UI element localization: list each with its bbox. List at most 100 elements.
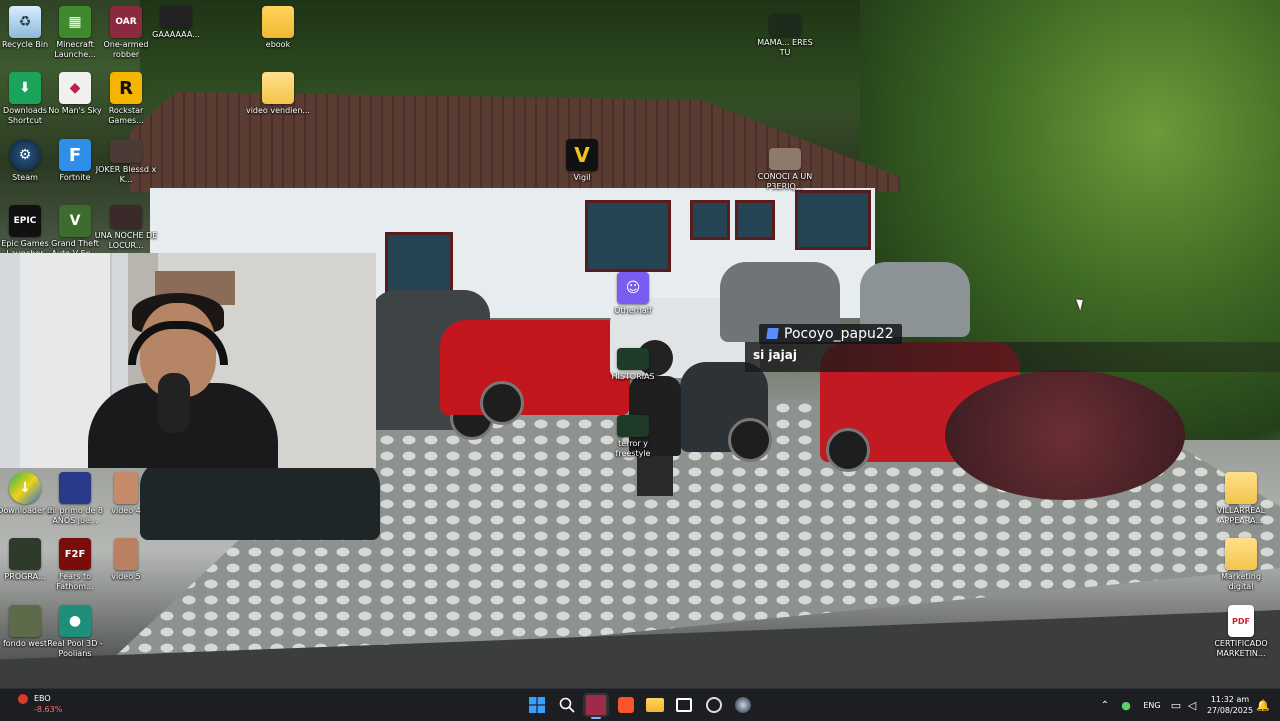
clock-date: 27/08/2025 [1206, 706, 1254, 715]
chat-username-badge: Pocoyo_papu22 [759, 324, 902, 344]
taskbar-app-steam[interactable] [730, 693, 756, 717]
chat-overlay: si jajaj Pocoyo_papu22 [745, 322, 1280, 374]
video-5-label: video 5 [111, 572, 141, 581]
image-thumbnail-glyph [9, 605, 41, 637]
taskbar-app-game[interactable] [701, 693, 727, 717]
desktop[interactable]: ♻ Recycle Bin ⬇ Downloads Shortcut ⚙ Ste… [0, 0, 1280, 688]
game-app-icon [706, 697, 722, 713]
marketing-digital-folder-icon[interactable]: Marketing digital [1208, 538, 1274, 592]
vigil-icon[interactable]: V Vigil [549, 139, 615, 183]
steam-glyph: ⚙ [9, 139, 41, 171]
microphone-tray-icon[interactable]: ● [1118, 689, 1134, 721]
video-4-label: video 4 [111, 506, 141, 515]
search-icon [559, 697, 575, 713]
one-armed-robber-label: One-armed robber [103, 40, 149, 59]
historias-icon[interactable]: HISTORIAS [600, 348, 666, 382]
webcam-overlay [0, 253, 376, 468]
certificado-label: CERTIFICADO MARKETIN... [1214, 639, 1268, 658]
rockstar-label: Rockstar Games... [108, 106, 144, 125]
otherhalf-glyph: ☺ [617, 272, 649, 304]
app-thumbnail-icon [586, 695, 606, 715]
video-thumbnail-glyph [160, 6, 192, 28]
folder-glyph [262, 6, 294, 38]
video-thumbnail-glyph [59, 472, 91, 504]
joker-icon[interactable]: JOKER Blessd x K... [93, 139, 159, 185]
stock-name: EBO [34, 694, 51, 703]
taskbar-app-store[interactable] [671, 693, 697, 717]
gta-v-glyph: V [59, 205, 91, 237]
video-thumbnail-glyph [110, 139, 142, 163]
gaaaaaa-label: GAAAAAA... [152, 30, 200, 39]
video-thumbnail-glyph [769, 14, 801, 36]
microphone-icon [158, 373, 190, 433]
folder-glyph [262, 72, 294, 104]
downloader-glyph: ↓ [9, 472, 41, 504]
active-indicator [591, 717, 601, 719]
folder-icon [646, 698, 664, 712]
one-armed-robber-glyph: OAR [110, 6, 142, 38]
joker-label: JOKER Blessd x K... [95, 165, 157, 184]
otherhalf-icon[interactable]: ☺ Otherhalf [600, 272, 666, 316]
certificado-pdf-icon[interactable]: PDF CERTIFICADO MARKETIN... [1208, 605, 1274, 659]
fortnite-glyph: F [59, 139, 91, 171]
notifications-bell-icon[interactable]: 🔔 [1254, 689, 1272, 721]
conoci-icon[interactable]: CONOCI A UN P3ERIQ... [752, 148, 818, 192]
real-pool-glyph: ● [59, 605, 91, 637]
rockstar-games-icon[interactable]: R Rockstar Games... [93, 72, 159, 126]
video-thumbnail-glyph [114, 538, 138, 570]
stock-widget[interactable]: EBO -8.63% [0, 689, 80, 721]
stock-change: -8.63% [34, 705, 63, 714]
windows-logo-icon [529, 697, 545, 713]
video-5-icon[interactable]: video 5 [93, 538, 159, 582]
video-vendien-folder-icon[interactable]: video vendien... [245, 72, 311, 116]
network-icon[interactable]: ▭ [1168, 689, 1184, 721]
clock-time: 11:32 am [1210, 695, 1250, 704]
start-button[interactable] [524, 693, 550, 717]
video-thumbnail-glyph [617, 415, 649, 437]
una-noche-icon[interactable]: UNA NOCHE DE LOCUR... [93, 205, 159, 251]
store-icon [676, 698, 692, 712]
taskbar-app-file-explorer[interactable] [642, 693, 668, 717]
terror-freestyle-icon[interactable]: terror y freestyle [600, 415, 666, 459]
villarreal-label: VILLARREAL APPEARA... [1216, 506, 1266, 525]
video-4-icon[interactable]: video 4 [93, 472, 159, 516]
clock[interactable]: 11:32 am 27/08/2025 [1200, 694, 1260, 716]
search-button[interactable] [554, 693, 580, 717]
ebook-label: ebook [265, 40, 291, 49]
real-pool-label: Real Pool 3D - Poolians [47, 639, 103, 658]
show-hidden-icons-button[interactable]: ⌃ [1096, 689, 1114, 721]
chat-username: Pocoyo_papu22 [784, 326, 894, 342]
chat-message-bar: si jajaj [745, 342, 1280, 372]
villarreal-folder-icon[interactable]: VILLARREAL APPEARA... [1208, 472, 1274, 526]
mama-eres-tu-icon[interactable]: MAMA... ERES TU [752, 14, 818, 58]
chat-message: si jajaj [753, 348, 797, 362]
taskbar: EBO -8.63% ⌃ ● ENG ▭ ◁ 11:32 am 27/08/20… [0, 688, 1280, 721]
twitch-icon [766, 328, 779, 339]
wallpaper-car-black [140, 460, 380, 540]
video-thumbnail-glyph [9, 538, 41, 570]
taskbar-app-brave[interactable] [613, 693, 639, 717]
video-thumbnail-glyph [114, 472, 138, 504]
vigil-label: Vigil [573, 173, 591, 182]
taskbar-app-obs[interactable] [583, 693, 609, 719]
steam-icon [735, 697, 751, 713]
terror-freestyle-label: terror y freestyle [615, 439, 651, 458]
rockstar-glyph: R [110, 72, 142, 104]
gaaaaaa-icon[interactable]: GAAAAAA... [143, 6, 209, 40]
video-thumbnail-glyph [617, 348, 649, 370]
volume-icon[interactable]: ◁ [1184, 689, 1200, 721]
language-indicator[interactable]: ENG [1140, 689, 1164, 721]
ebook-folder-icon[interactable]: ebook [245, 6, 311, 50]
wallpaper-bush [945, 370, 1185, 500]
conoci-label: CONOCI A UN P3ERIQ... [757, 172, 813, 191]
vigil-glyph: V [566, 139, 598, 171]
real-pool-icon[interactable]: ● Real Pool 3D - Poolians [42, 605, 108, 659]
wallpaper-trike [680, 362, 772, 462]
brave-icon [618, 697, 634, 713]
pdf-glyph: PDF [1228, 605, 1254, 637]
historias-label: HISTORIAS [611, 372, 655, 381]
folder-glyph [1225, 538, 1257, 570]
stock-down-icon [18, 694, 28, 704]
no-mans-sky-glyph: ◆ [59, 72, 91, 104]
video-thumbnail-glyph [769, 148, 801, 170]
